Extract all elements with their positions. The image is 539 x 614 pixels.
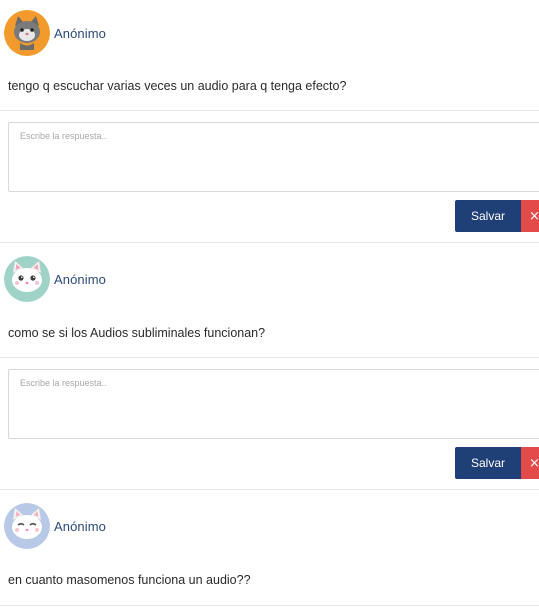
author-name: Anónimo xyxy=(54,271,107,287)
comment-author-row: Anónimo xyxy=(4,503,106,549)
cancel-button[interactable]: × xyxy=(521,447,539,479)
save-button[interactable]: Salvar xyxy=(455,200,521,232)
divider xyxy=(0,357,539,358)
divider xyxy=(0,242,539,243)
cat-avatar-teal-icon xyxy=(4,256,50,302)
divider xyxy=(0,489,539,490)
cat-avatar-blue-icon xyxy=(4,503,50,549)
author-name: Anónimo xyxy=(54,518,107,534)
comment-author-row: Anónimo xyxy=(4,10,106,56)
cat-avatar-orange-icon xyxy=(4,10,50,56)
comment-text: en cuanto masomenos funciona un audio?? xyxy=(8,573,251,587)
reply-input[interactable] xyxy=(8,369,539,439)
divider xyxy=(0,605,539,606)
author-name: Anónimo xyxy=(54,25,107,41)
comment-text: como se si los Audios subliminales funci… xyxy=(8,326,266,340)
comment-text: tengo q escuchar varias veces un audio p… xyxy=(8,79,347,93)
comment-author-row: Anónimo xyxy=(4,256,106,302)
reply-input[interactable] xyxy=(8,122,539,192)
save-button[interactable]: Salvar xyxy=(455,447,521,479)
cancel-button[interactable]: × xyxy=(521,200,539,232)
divider xyxy=(0,110,539,111)
